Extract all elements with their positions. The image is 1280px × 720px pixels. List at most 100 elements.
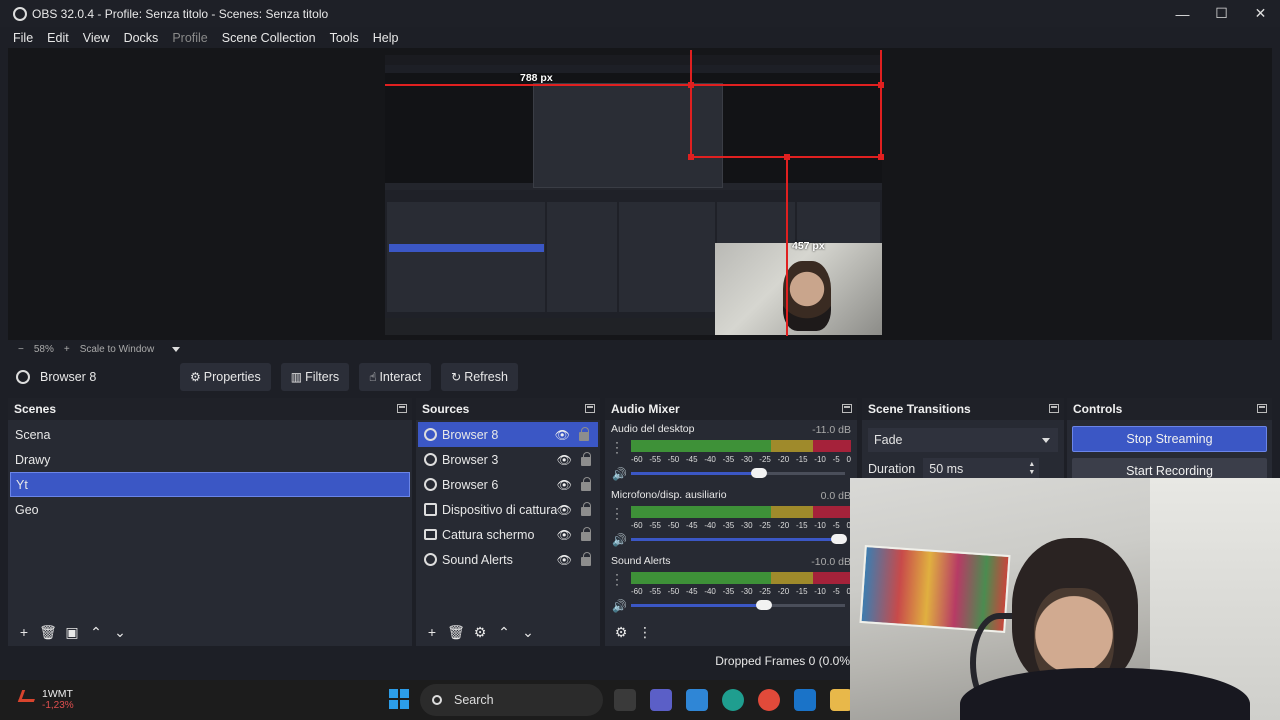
- eye-icon[interactable]: 👁: [557, 528, 572, 542]
- source-item[interactable]: Cattura schermo 👁: [416, 522, 600, 547]
- eye-icon[interactable]: 👁: [557, 553, 572, 567]
- filter-icon: ▥: [290, 370, 303, 384]
- selection-handle[interactable]: [688, 154, 694, 160]
- move-up-icon[interactable]: ⌃: [84, 624, 108, 641]
- source-item-selected[interactable]: Browser 8 👁: [418, 422, 598, 447]
- stop-streaming-button[interactable]: Stop Streaming: [1072, 426, 1267, 452]
- scale-tick: -30: [740, 521, 753, 530]
- menu-edit[interactable]: Edit: [40, 31, 76, 45]
- scene-item[interactable]: Scena: [8, 422, 412, 447]
- speaker-icon[interactable]: 🔊: [612, 599, 627, 613]
- volume-slider[interactable]: [631, 534, 847, 544]
- volume-slider[interactable]: [631, 468, 845, 478]
- preview-canvas[interactable]: [385, 55, 882, 335]
- lock-icon[interactable]: [581, 452, 591, 466]
- add-scene-icon[interactable]: +: [12, 624, 36, 640]
- file-explorer-icon[interactable]: [830, 689, 852, 711]
- selection-handle[interactable]: [878, 82, 884, 88]
- scene-item-selected[interactable]: Yt: [10, 472, 410, 497]
- selection-handle[interactable]: [688, 82, 694, 88]
- scene-item[interactable]: Geo: [8, 497, 412, 522]
- menu-docks[interactable]: Docks: [117, 31, 166, 45]
- scale-tick: -20: [777, 455, 790, 464]
- edge-icon[interactable]: [722, 689, 744, 711]
- volume-slider[interactable]: [631, 600, 845, 610]
- volume-meter: [631, 440, 851, 452]
- eye-icon[interactable]: 👁: [557, 453, 572, 467]
- outlook-icon[interactable]: [794, 689, 816, 711]
- lock-icon[interactable]: [579, 427, 589, 441]
- undock-icon[interactable]: [585, 404, 595, 413]
- menu-scene-collection[interactable]: Scene Collection: [215, 31, 323, 45]
- preview-nested-scenes: [387, 202, 545, 312]
- undock-icon[interactable]: [1257, 404, 1267, 413]
- lock-icon[interactable]: [581, 502, 591, 516]
- remove-scene-icon[interactable]: 🗑: [36, 624, 60, 641]
- teams-icon[interactable]: [650, 689, 672, 711]
- menu-profile[interactable]: Profile: [165, 31, 214, 45]
- maximize-button[interactable]: ☐: [1202, 0, 1241, 27]
- move-up-icon[interactable]: ⌃: [492, 624, 516, 641]
- add-source-icon[interactable]: +: [420, 624, 444, 640]
- refresh-button[interactable]: ↻ Refresh: [441, 363, 518, 391]
- slider-knob[interactable]: [756, 600, 772, 610]
- task-view-icon[interactable]: [614, 689, 636, 711]
- channel-menu-icon[interactable]: · · ·: [615, 436, 619, 458]
- source-item[interactable]: Sound Alerts 👁: [416, 547, 600, 572]
- source-item[interactable]: Dispositivo di cattura 👁: [416, 497, 600, 522]
- source-item[interactable]: Browser 6 👁: [416, 472, 600, 497]
- eye-icon[interactable]: 👁: [557, 478, 572, 492]
- zoom-out-button[interactable]: −: [18, 344, 24, 355]
- scene-item[interactable]: Drawy: [8, 447, 412, 472]
- move-down-icon[interactable]: ⌄: [108, 624, 132, 641]
- menu-view[interactable]: View: [76, 31, 117, 45]
- duration-input[interactable]: 50 ms ▲ ▼: [923, 458, 1040, 480]
- selection-handle[interactable]: [878, 154, 884, 160]
- windows-start-icon[interactable]: [389, 689, 409, 709]
- preview-webcam-person: [783, 261, 831, 331]
- remove-source-icon[interactable]: 🗑: [444, 624, 468, 641]
- close-button[interactable]: ✕: [1241, 0, 1280, 27]
- preview-webcam-source: [715, 243, 882, 335]
- properties-label: Properties: [203, 370, 261, 384]
- channel-menu-icon[interactable]: · · ·: [615, 502, 619, 524]
- stock-widget[interactable]: 1WMT -1,23%: [17, 688, 74, 711]
- speaker-icon[interactable]: 🔊: [612, 467, 627, 481]
- advanced-audio-gear-icon[interactable]: ⚙: [609, 624, 633, 641]
- mixer-channel: Microfono/disp. ausiliario 0.0 dB · · · -60 -5…: [605, 486, 857, 552]
- lock-icon[interactable]: [581, 552, 591, 566]
- speaker-icon[interactable]: 🔊: [612, 533, 627, 547]
- properties-button[interactable]: ⚙ Properties: [180, 363, 271, 391]
- undock-icon[interactable]: [842, 404, 852, 413]
- filters-button[interactable]: ▥ Filters: [280, 363, 350, 391]
- menu-tools[interactable]: Tools: [323, 31, 366, 45]
- zoom-in-button[interactable]: +: [64, 344, 70, 355]
- transition-select[interactable]: Fade: [868, 428, 1058, 452]
- lock-icon[interactable]: [581, 527, 591, 541]
- mixer-menu-icon[interactable]: ⋮: [633, 624, 657, 641]
- menu-help[interactable]: Help: [366, 31, 406, 45]
- slider-knob[interactable]: [751, 468, 767, 478]
- source-properties-icon[interactable]: ⚙: [468, 624, 492, 641]
- channel-menu-icon[interactable]: · · ·: [615, 568, 619, 590]
- lock-icon[interactable]: [581, 477, 591, 491]
- spin-arrows-icon[interactable]: ▲ ▼: [1028, 461, 1035, 477]
- eye-icon[interactable]: 👁: [557, 503, 572, 517]
- interact-button[interactable]: ☝ Interact: [359, 363, 432, 391]
- undock-icon[interactable]: [1049, 404, 1059, 413]
- menu-file[interactable]: File: [6, 31, 40, 45]
- minimize-button[interactable]: —: [1163, 0, 1202, 27]
- eye-icon[interactable]: 👁: [555, 428, 570, 442]
- scene-filters-icon[interactable]: ▣: [60, 624, 84, 641]
- selection-handle[interactable]: [784, 154, 790, 160]
- interact-label: Interact: [379, 370, 422, 384]
- taskbar-search[interactable]: Search: [420, 684, 603, 716]
- source-item[interactable]: Browser 3 👁: [416, 447, 600, 472]
- context-bar: Browser 8 ⚙ Properties ▥ Filters ☝ Interact…: [8, 360, 1272, 394]
- store-icon[interactable]: [686, 689, 708, 711]
- undock-icon[interactable]: [397, 404, 407, 413]
- chrome-icon[interactable]: [758, 689, 780, 711]
- move-down-icon[interactable]: ⌄: [516, 624, 540, 641]
- scale-mode-dropdown-icon[interactable]: [172, 346, 181, 352]
- slider-knob[interactable]: [831, 534, 847, 544]
